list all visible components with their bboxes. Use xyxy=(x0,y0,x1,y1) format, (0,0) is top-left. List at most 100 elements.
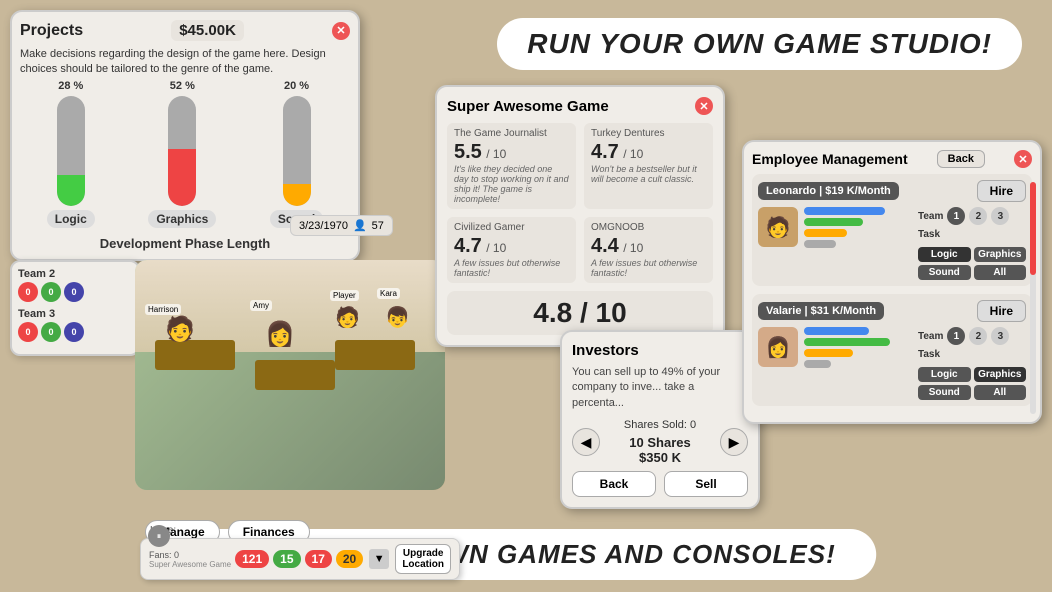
stat-bar-yellow-0 xyxy=(804,229,847,237)
sound-fill xyxy=(283,184,311,206)
review-score-3: 4.4 / 10 xyxy=(591,235,706,258)
review-title: Super Awesome Game xyxy=(447,98,609,115)
team2-dot-3: 0 xyxy=(64,282,84,302)
emp-avatar-1: 👩 xyxy=(758,327,798,367)
investors-header: Investors xyxy=(572,342,748,359)
team-label-1: Team xyxy=(918,331,943,342)
shares-sold-label: Shares Sold: 0 xyxy=(624,419,696,431)
team-num-1-1[interactable]: 1 xyxy=(947,327,965,345)
sound-slider-track[interactable] xyxy=(283,96,311,206)
team-sidebar: Team 2 0 0 0 Team 3 0 0 0 xyxy=(10,260,140,356)
task-grid-1: Logic Graphics Sound All xyxy=(918,367,1026,400)
sliders-row: 28 % Logic 52 % Graphics 20 % Sound xyxy=(20,88,350,228)
emp-name-0: Leonardo | $19 K/Month xyxy=(758,182,899,200)
team3-dots: 0 0 0 xyxy=(18,322,132,342)
task-sound-1[interactable]: Sound xyxy=(918,385,971,400)
logic-slider-track[interactable] xyxy=(57,96,85,206)
date-text: 3/23/1970 xyxy=(299,220,348,232)
review-source-0: The Game Journalist xyxy=(454,128,569,139)
pause-button[interactable]: ⏸ xyxy=(148,525,170,547)
task-sound-0[interactable]: Sound xyxy=(918,265,971,280)
desk-3 xyxy=(335,340,415,370)
review-comment-1: Won't be a bestseller but it will become… xyxy=(591,164,706,184)
score-15: 15 xyxy=(273,550,300,568)
review-score-0: 5.5 / 10 xyxy=(454,141,569,164)
char-name-kara: Kara xyxy=(377,288,400,299)
logic-pct: 28 % xyxy=(58,80,83,92)
task-graphics-0[interactable]: Graphics xyxy=(974,247,1027,262)
review-comment-2: A few issues but otherwise fantastic! xyxy=(454,258,569,278)
review-source-3: OMGNOOB xyxy=(591,222,706,233)
task-all-0[interactable]: All xyxy=(974,265,1027,280)
sound-slider-container: 20 % Sound xyxy=(270,80,323,228)
hire-button-1[interactable]: Hire xyxy=(977,300,1026,322)
fans-section: Fans: 0 Super Awesome Game xyxy=(149,550,231,569)
task-label-1: Task xyxy=(918,349,1026,360)
emp-bars-0 xyxy=(804,207,912,251)
team2-dot-2: 0 xyxy=(41,282,61,302)
review-source-2: Civilized Gamer xyxy=(454,222,569,233)
upgrade-location-button[interactable]: UpgradeLocation xyxy=(395,544,451,574)
review-score-2: 4.7 / 10 xyxy=(454,235,569,258)
char-4: 👦 xyxy=(385,305,410,330)
team-num-3-0[interactable]: 3 xyxy=(991,207,1009,225)
team2-dot-1: 0 xyxy=(18,282,38,302)
emp-name-1: Valarie | $31 K/Month xyxy=(758,302,884,320)
team-label-0: Team xyxy=(918,211,943,222)
emp-card-header-1: Valarie | $31 K/Month Hire xyxy=(758,300,1026,322)
desk-1 xyxy=(155,340,235,370)
task-all-1[interactable]: All xyxy=(974,385,1027,400)
investors-prev-button[interactable]: ◀ xyxy=(572,428,600,456)
graphics-fill xyxy=(168,149,196,206)
task-logic-0[interactable]: Logic xyxy=(918,247,971,262)
team3-dot-3: 0 xyxy=(64,322,84,342)
investors-next-button[interactable]: ▶ xyxy=(720,428,748,456)
score-121: 121 xyxy=(235,550,269,568)
investors-back-button[interactable]: Back xyxy=(572,471,656,497)
char-2: 👩 xyxy=(265,320,295,349)
team3-dot-2: 0 xyxy=(41,322,61,342)
review-comment-3: A few issues but otherwise fantastic! xyxy=(591,258,706,278)
task-logic-1[interactable]: Logic xyxy=(918,367,971,382)
emp-card-header-0: Leonardo | $19 K/Month Hire xyxy=(758,180,1026,202)
projects-close-button[interactable]: ✕ xyxy=(332,22,350,40)
down-arrow-btn[interactable]: ▼ xyxy=(369,549,389,569)
stat-bar-yellow-1 xyxy=(804,349,853,357)
employee-card-1: Valarie | $31 K/Month Hire 👩 Team 1 2 3 xyxy=(752,294,1032,406)
review-source-1: Turkey Dentures xyxy=(591,128,706,139)
emp-details-1: Team 1 2 3 Task Logic Graphics Sound All xyxy=(918,327,1026,400)
team-num-2-0[interactable]: 2 xyxy=(969,207,987,225)
hire-button-0[interactable]: Hire xyxy=(977,180,1026,202)
dev-phase-label: Development Phase Length xyxy=(20,236,350,251)
team-group-2: Team 3 0 0 0 xyxy=(18,308,132,342)
team3-label: Team 3 xyxy=(18,308,132,320)
char-3: 🧑 xyxy=(335,305,360,330)
graphics-slider-container: 52 % Graphics xyxy=(148,80,216,228)
review-item-2: Civilized Gamer 4.7 / 10 A few issues bu… xyxy=(447,217,576,283)
employee-close-button[interactable]: ✕ xyxy=(1014,150,1032,168)
review-close-button[interactable]: ✕ xyxy=(695,97,713,115)
emp-stats-row-1: 👩 Team 1 2 3 Task Logic Graphics xyxy=(758,327,1026,400)
sound-pct: 20 % xyxy=(284,80,309,92)
emp-avatar-face-1: 👩 xyxy=(758,327,798,367)
score-17: 17 xyxy=(305,550,332,568)
graphics-slider-track[interactable] xyxy=(168,96,196,206)
graphics-label: Graphics xyxy=(148,210,216,228)
overall-score: 4.8 / 10 xyxy=(447,291,713,335)
review-grid: The Game Journalist 5.5 / 10 It's like t… xyxy=(447,123,713,283)
investors-title: Investors xyxy=(572,342,639,359)
team-group-1: Team 2 0 0 0 xyxy=(18,268,132,302)
team-num-2-1[interactable]: 2 xyxy=(969,327,987,345)
logic-label: Logic xyxy=(47,210,95,228)
investors-buttons: Back Sell xyxy=(572,471,748,497)
task-graphics-1[interactable]: Graphics xyxy=(974,367,1027,382)
review-item-3: OMGNOOB 4.4 / 10 A few issues but otherw… xyxy=(584,217,713,283)
investors-sell-button[interactable]: Sell xyxy=(664,471,748,497)
team-num-3-1[interactable]: 3 xyxy=(991,327,1009,345)
employee-scrollbar[interactable] xyxy=(1030,182,1036,414)
task-label-0: Task xyxy=(918,229,1026,240)
employee-card-0: Leonardo | $19 K/Month Hire 🧑 Team 1 2 3 xyxy=(752,174,1032,286)
stat-bar-blue-1 xyxy=(804,327,869,335)
employee-back-button[interactable]: Back xyxy=(937,150,985,168)
team-num-1-0[interactable]: 1 xyxy=(947,207,965,225)
